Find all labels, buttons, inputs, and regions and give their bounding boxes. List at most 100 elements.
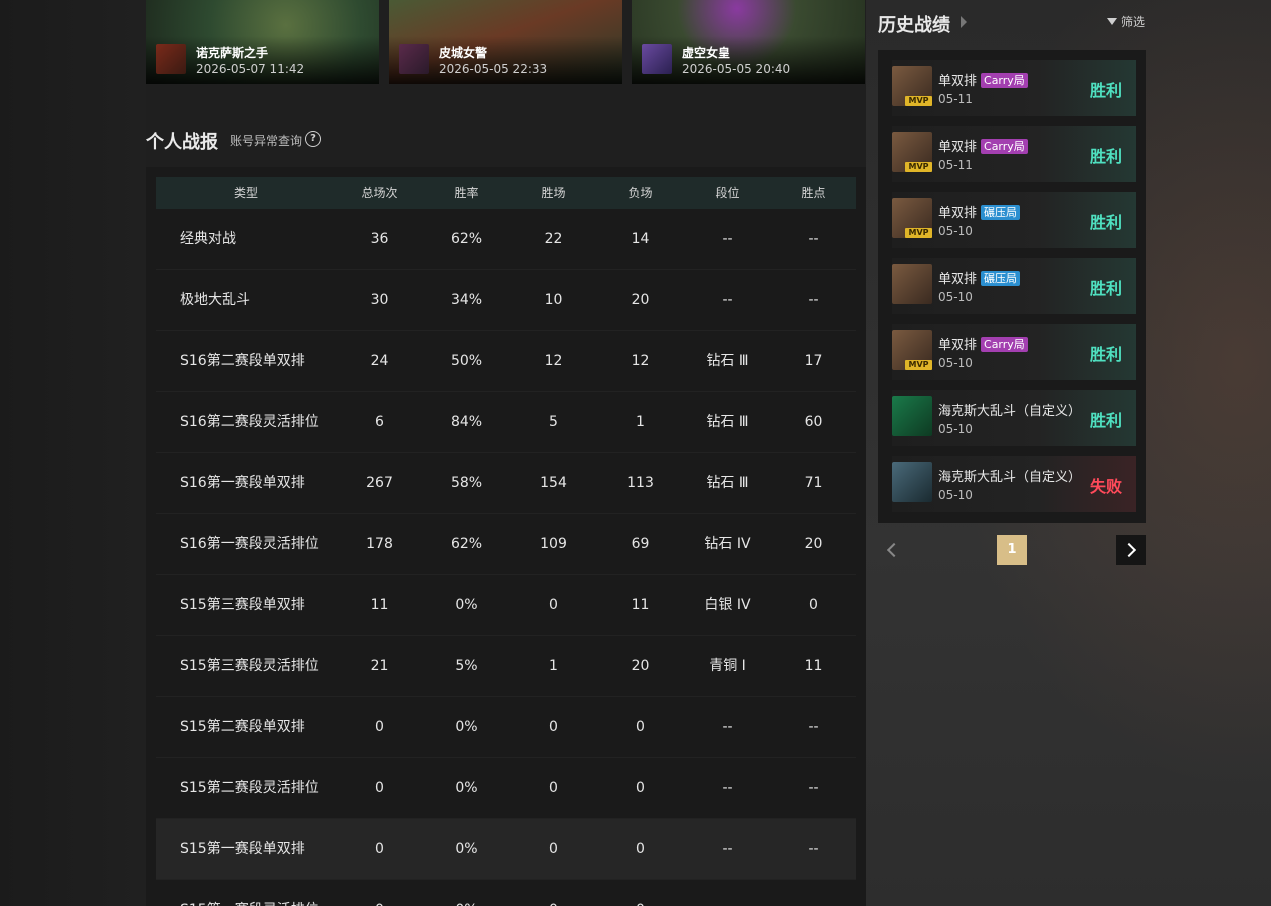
- account-anomaly-link[interactable]: 账号异常查询: [230, 132, 302, 149]
- table-cell: 0%: [455, 780, 478, 796]
- table-cell: --: [808, 719, 819, 735]
- history-match-item[interactable]: 单双排 碾压局 05-10 胜利: [892, 258, 1136, 314]
- table-cell: 113: [627, 475, 654, 491]
- table-cell: 24: [370, 353, 389, 369]
- table-row: S15第一赛段灵活排位00%00----: [156, 880, 856, 906]
- table-cell: 10: [544, 292, 563, 308]
- table-cell: 62%: [450, 231, 483, 247]
- table-row: S15第二赛段灵活排位 0 0% 0 0 -- --: [156, 758, 856, 819]
- table-cell: 154: [540, 475, 567, 491]
- column-header: 胜点: [801, 186, 826, 200]
- table-row: 经典对战 36 62% 22 14 -- --: [156, 209, 856, 270]
- table-cell: 60: [804, 414, 823, 430]
- match-result: 失败: [1089, 477, 1122, 496]
- table-cell: 0%: [455, 719, 478, 735]
- video-highlights: 诺克萨斯之手 2026-05-07 11:42 皮城女警 2026-05-05 …: [146, 0, 866, 84]
- table-cell: --: [808, 780, 819, 796]
- table-cell: --: [771, 880, 856, 906]
- table-row: S15第一赛段单双排 0 0% 0 0 -- --: [156, 819, 856, 880]
- table-cell: S15第二赛段灵活排位: [180, 780, 319, 796]
- table-cell: --: [684, 880, 771, 906]
- chevron-right-icon[interactable]: [961, 16, 967, 28]
- column-header: 胜率: [454, 186, 479, 200]
- table-cell: 0: [636, 780, 645, 796]
- section-title: 个人战报: [146, 132, 218, 153]
- table-cell: 30: [370, 292, 389, 308]
- history-panel: MVP 单双排 Carry局 05-11 胜利 MVP 单双排 Carry局 05-11 胜利 MV…: [878, 50, 1146, 523]
- match-mode: 单双排 碾压局: [938, 268, 1021, 287]
- match-tag-badge: 碾压局: [981, 271, 1021, 286]
- column-header: 段位: [715, 186, 740, 200]
- mvp-badge: MVP: [905, 96, 932, 106]
- table-cell: 钻石 Ⅲ: [706, 414, 749, 430]
- match-result: 胜利: [1089, 81, 1122, 100]
- table-cell: 21: [370, 658, 389, 674]
- table-row: S16第一赛段单双排 267 58% 154 113 钻石 Ⅲ 71: [156, 453, 856, 514]
- table-cell: 钻石 Ⅲ: [706, 353, 749, 369]
- table-row: S16第二赛段灵活排位 6 84% 5 1 钻石 Ⅲ 60: [156, 392, 856, 453]
- filter-button[interactable]: 筛选: [1107, 13, 1145, 30]
- table-cell: 178: [366, 536, 393, 552]
- table-cell: 0: [549, 597, 558, 613]
- history-match-item[interactable]: MVP 单双排 Carry局 05-11 胜利: [892, 60, 1136, 116]
- mvp-badge: MVP: [905, 162, 932, 172]
- champion-avatar-icon: [892, 462, 932, 502]
- table-cell: 12: [631, 353, 650, 369]
- table-cell: --: [722, 292, 733, 308]
- table-cell: S15第一赛段单双排: [180, 841, 305, 857]
- help-icon[interactable]: ?: [305, 131, 321, 147]
- history-match-item[interactable]: MVP 单双排 Carry局 05-11 胜利: [892, 126, 1136, 182]
- column-header: 胜场: [541, 186, 566, 200]
- match-date: 05-11: [938, 92, 973, 106]
- match-mode: 海克斯大乱斗（自定义）: [938, 466, 1081, 485]
- column-header: 负场: [628, 186, 653, 200]
- table-cell: --: [722, 719, 733, 735]
- table-cell: 0: [549, 780, 558, 796]
- video-card[interactable]: 皮城女警 2026-05-05 22:33: [389, 0, 622, 84]
- table-cell: 267: [366, 475, 393, 491]
- page-number-button[interactable]: 1: [997, 535, 1027, 565]
- table-cell: --: [722, 841, 733, 857]
- table-cell: 62%: [450, 536, 483, 552]
- history-match-item[interactable]: 海克斯大乱斗（自定义） 05-10 胜利: [892, 390, 1136, 446]
- match-tag-badge: Carry局: [981, 73, 1028, 88]
- match-mode-label: 单双排: [938, 140, 978, 155]
- mvp-badge: MVP: [905, 360, 932, 370]
- stats-table: 类型 总场次 胜率 胜场 负场 段位 胜点 经典对战 36 62% 22 14 -- -- 极…: [146, 167, 866, 906]
- table-cell: S16第一赛段灵活排位: [180, 536, 319, 552]
- table-cell: 109: [540, 536, 567, 552]
- table-cell: 0: [549, 719, 558, 735]
- table-row: S15第三赛段单双排 11 0% 0 11 白银 IV 0: [156, 575, 856, 636]
- table-row: S16第二赛段单双排 24 50% 12 12 钻石 Ⅲ 17: [156, 331, 856, 392]
- match-date: 05-10: [938, 290, 973, 304]
- match-mode: 单双排 Carry局: [938, 70, 1028, 89]
- video-card[interactable]: 诺克萨斯之手 2026-05-07 11:42: [146, 0, 379, 84]
- table-cell: 青铜 Ⅰ: [709, 658, 746, 674]
- table-cell: 69: [631, 536, 650, 552]
- champion-avatar-icon: [892, 264, 932, 304]
- history-match-item[interactable]: MVP 单双排 碾压局 05-10 胜利: [892, 192, 1136, 248]
- table-cell: 12: [544, 353, 563, 369]
- table-cell: 0: [375, 780, 384, 796]
- filter-icon: [1107, 18, 1117, 25]
- next-page-button[interactable]: [1116, 535, 1146, 565]
- table-row: S16第一赛段灵活排位 178 62% 109 69 钻石 IV 20: [156, 514, 856, 575]
- table-cell: 5%: [455, 658, 478, 674]
- history-match-item[interactable]: 海克斯大乱斗（自定义） 05-10 失败: [892, 456, 1136, 512]
- table-cell: 6: [375, 414, 384, 430]
- table-cell: 17: [804, 353, 823, 369]
- table-cell: 11: [631, 597, 650, 613]
- match-mode-label: 单双排: [938, 74, 978, 89]
- prev-page-button[interactable]: [878, 535, 908, 565]
- match-result: 胜利: [1089, 345, 1122, 364]
- match-date: 05-10: [938, 488, 973, 502]
- table-cell: --: [808, 841, 819, 857]
- table-cell: 0: [636, 719, 645, 735]
- table-cell: 0: [375, 719, 384, 735]
- table-cell: 经典对战: [180, 231, 236, 247]
- table-cell: 50%: [450, 353, 483, 369]
- video-card[interactable]: 虚空女皇 2026-05-05 20:40: [632, 0, 865, 84]
- table-cell: 钻石 Ⅲ: [706, 475, 749, 491]
- table-cell: 0: [375, 841, 384, 857]
- history-match-item[interactable]: MVP 单双排 Carry局 05-10 胜利: [892, 324, 1136, 380]
